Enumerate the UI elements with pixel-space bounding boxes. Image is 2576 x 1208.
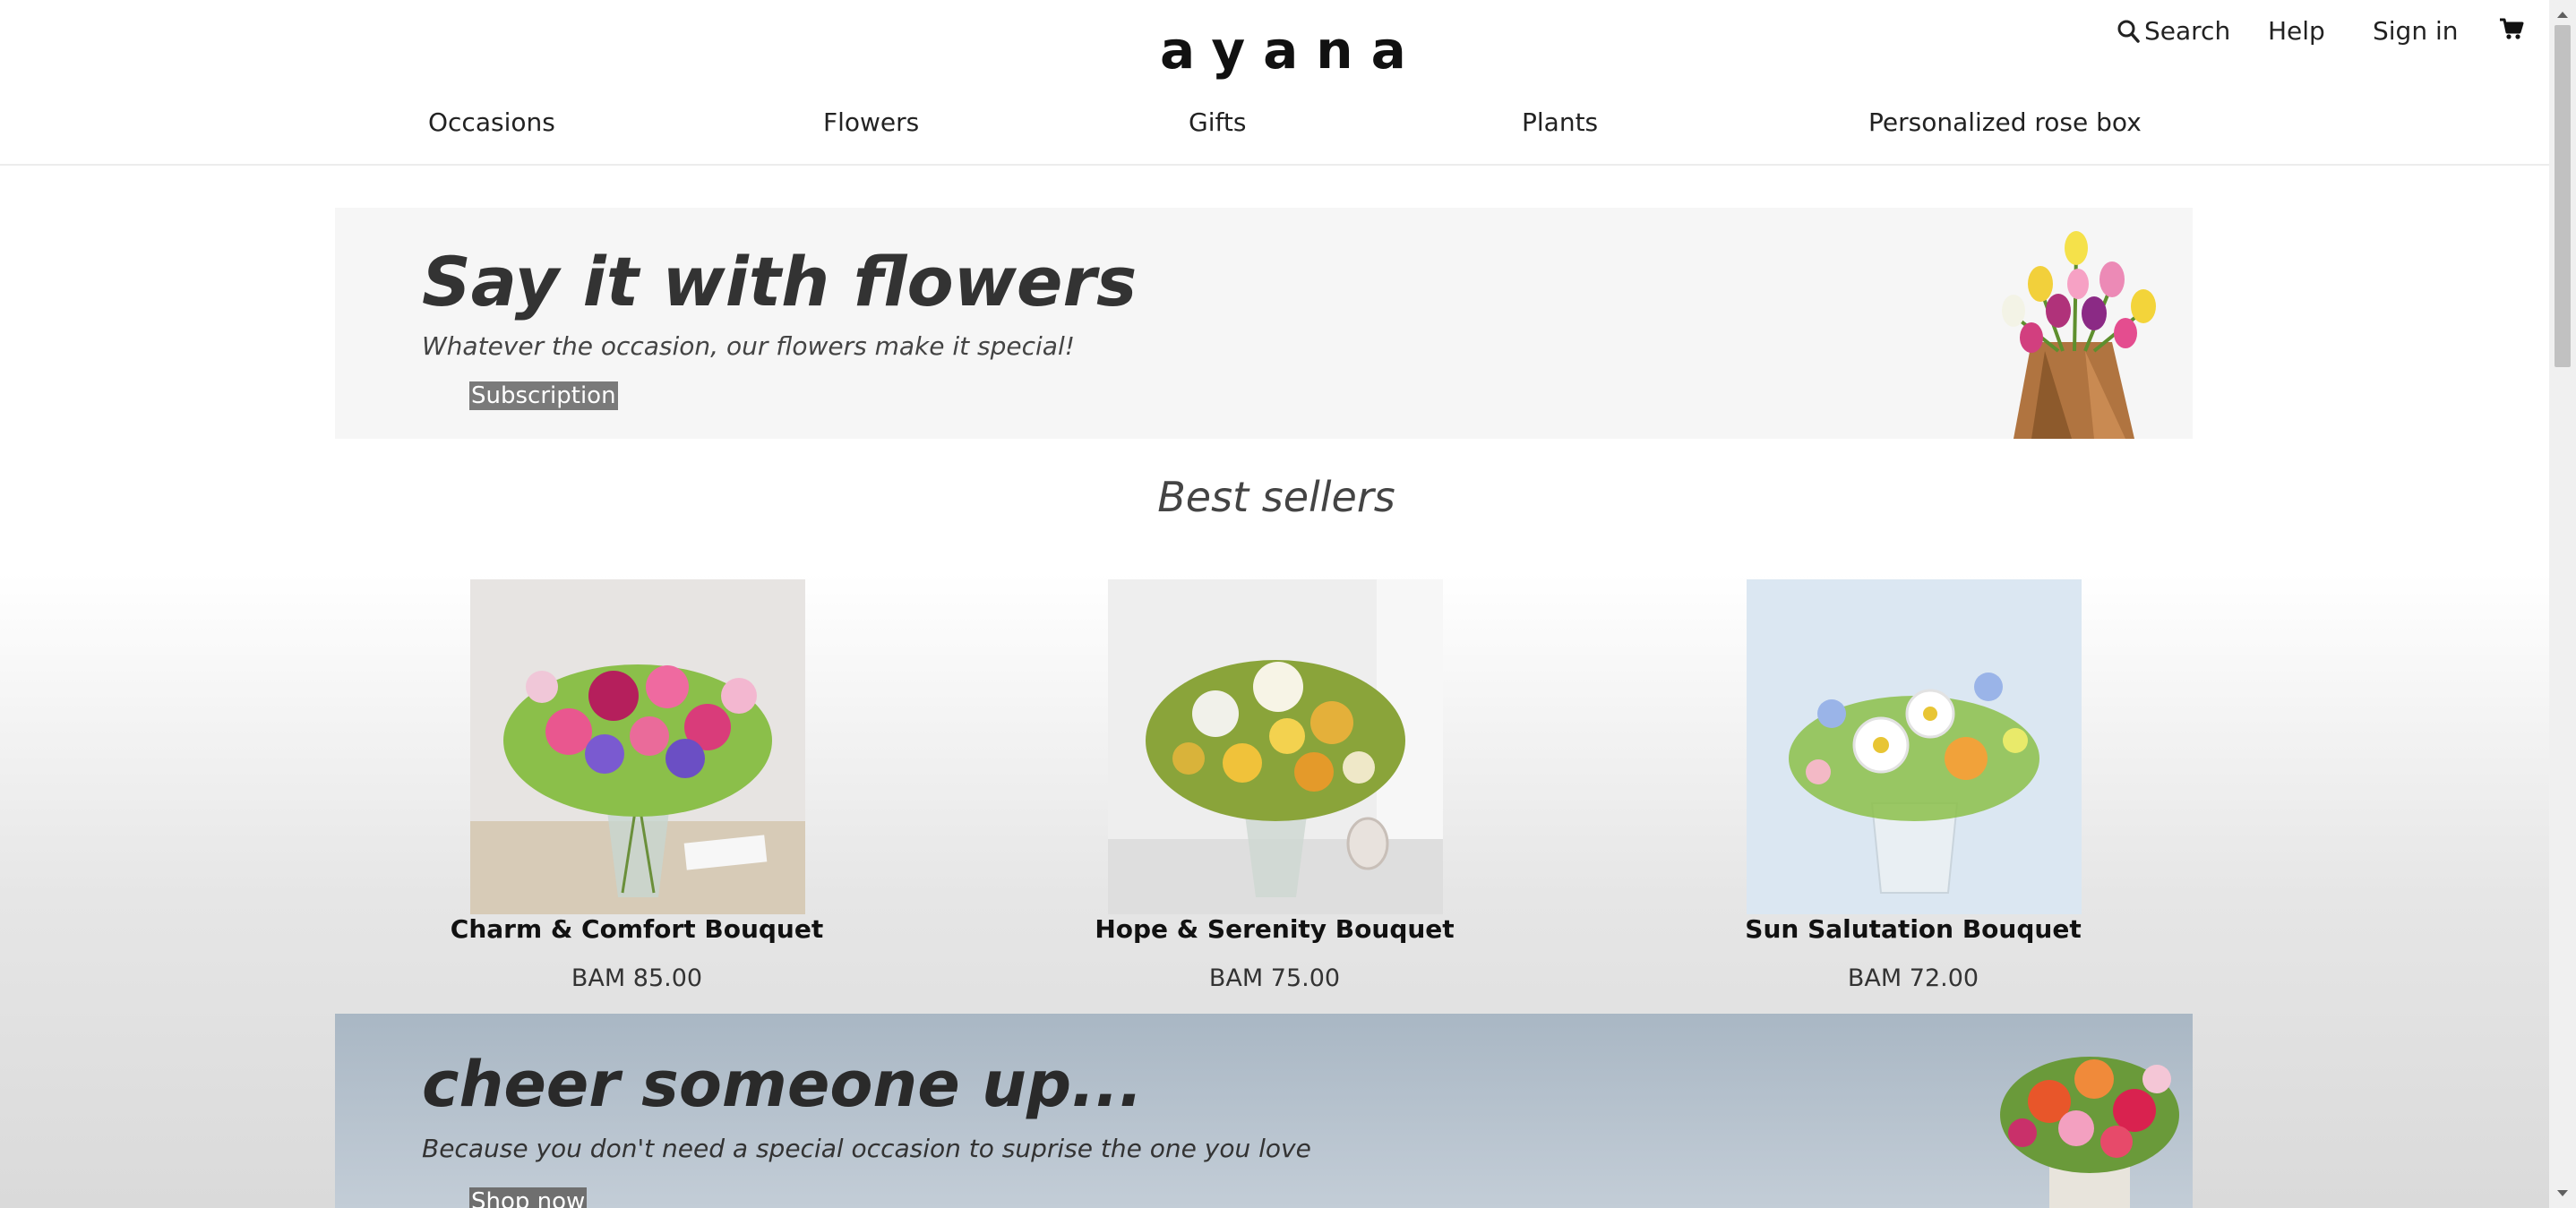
nav-occasions[interactable]: Occasions bbox=[428, 107, 555, 137]
product-name[interactable]: Sun Salutation Bouquet bbox=[1680, 914, 2146, 944]
nav-personalized-rose-box[interactable]: Personalized rose box bbox=[1868, 107, 2142, 137]
site-header: ayana Search Help Sign in Occasions Flow… bbox=[0, 0, 2549, 166]
charm-comfort-bouquet-image[interactable] bbox=[470, 579, 805, 914]
cheer-bouquet-image bbox=[1987, 1030, 2184, 1208]
help-link[interactable]: Help bbox=[2268, 16, 2325, 46]
cart-icon bbox=[2499, 18, 2524, 47]
product-price: BAM 75.00 bbox=[1208, 964, 1341, 992]
sun-salutation-bouquet-image[interactable] bbox=[1747, 579, 2082, 914]
scroll-down-arrow-icon[interactable] bbox=[2549, 1185, 2576, 1203]
promo-subtitle: Because you don't need a special occasio… bbox=[422, 1134, 1311, 1163]
product-name[interactable]: Hope & Serenity Bouquet bbox=[1042, 914, 1507, 944]
product-price: BAM 85.00 bbox=[571, 964, 703, 992]
hero-banner: Say it with flowers Whatever the occasio… bbox=[335, 208, 2193, 439]
hero-subtitle: Whatever the occasion, our flowers make … bbox=[422, 331, 1075, 361]
product-card[interactable]: Hope & Serenity Bouquet BAM 75.00 bbox=[1042, 579, 1507, 1000]
subscription-button[interactable]: Subscription bbox=[469, 381, 618, 410]
search-icon bbox=[2117, 19, 2141, 44]
scrollbar-thumb[interactable] bbox=[2555, 25, 2571, 367]
product-card[interactable]: Charm & Comfort Bouquet BAM 85.00 bbox=[404, 579, 870, 1000]
nav-plants[interactable]: Plants bbox=[1522, 107, 1598, 137]
search-link[interactable]: Search bbox=[2117, 16, 2230, 46]
site-logo[interactable]: ayana bbox=[1160, 20, 1406, 82]
promo-title: cheer someone up... bbox=[422, 1048, 1143, 1121]
search-label: Search bbox=[2144, 16, 2231, 46]
product-card[interactable]: Sun Salutation Bouquet BAM 72.00 bbox=[1680, 579, 2146, 1000]
shop-now-button[interactable]: Shop now bbox=[469, 1187, 588, 1208]
cart-button[interactable] bbox=[2499, 18, 2524, 47]
product-name[interactable]: Charm & Comfort Bouquet bbox=[404, 914, 870, 944]
promo-banner: cheer someone up... Because you don't ne… bbox=[335, 1014, 2193, 1208]
nav-flowers[interactable]: Flowers bbox=[823, 107, 919, 137]
nav-gifts[interactable]: Gifts bbox=[1189, 107, 1246, 137]
vertical-scrollbar[interactable] bbox=[2549, 0, 2576, 1208]
tulip-bouquet-image bbox=[1978, 217, 2175, 439]
hope-serenity-bouquet-image[interactable] bbox=[1108, 579, 1443, 914]
sign-in-link[interactable]: Sign in bbox=[2373, 16, 2459, 46]
scroll-up-arrow-icon[interactable] bbox=[2549, 5, 2576, 23]
hero-title: Say it with flowers bbox=[422, 242, 1138, 321]
product-price: BAM 72.00 bbox=[1847, 964, 1979, 992]
best-sellers-heading: Best sellers bbox=[1157, 473, 1395, 521]
